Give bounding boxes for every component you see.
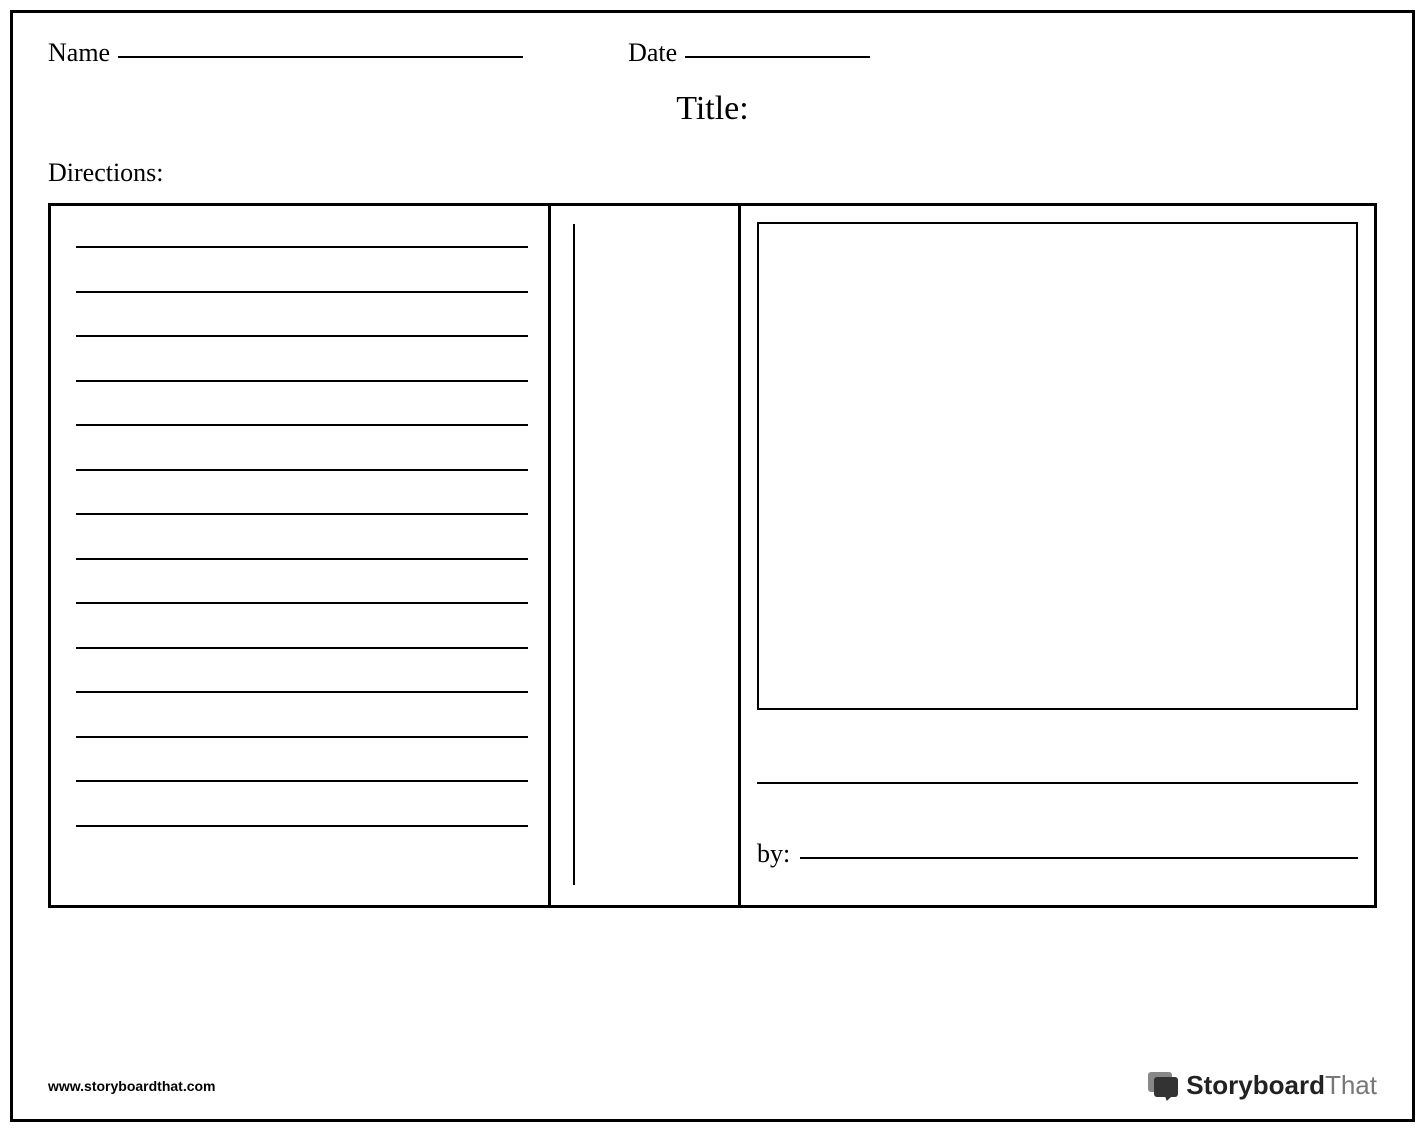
writing-lines-column — [51, 206, 551, 905]
by-label: by: — [757, 839, 790, 869]
footer: www.storyboardthat.com StoryboardThat — [48, 1070, 1377, 1101]
spine-column — [551, 206, 741, 905]
name-label: Name — [48, 38, 110, 68]
header-row: Name Date — [48, 38, 1377, 68]
writing-line[interactable] — [76, 780, 528, 782]
date-field: Date — [628, 38, 870, 68]
by-row: by: — [757, 839, 1358, 869]
directions-label: Directions: — [48, 158, 1377, 188]
worksheet-page: Name Date Title: Directions: by: www.sto… — [10, 10, 1415, 1122]
writing-line[interactable] — [76, 647, 528, 649]
writing-line[interactable] — [76, 291, 528, 293]
main-content-box: by: — [48, 203, 1377, 908]
speech-bubble-icon — [1148, 1072, 1180, 1100]
writing-line[interactable] — [76, 424, 528, 426]
name-input-line[interactable] — [118, 56, 523, 58]
name-field: Name — [48, 38, 523, 68]
title-label: Title: — [48, 90, 1377, 128]
cover-title-line[interactable] — [757, 782, 1358, 784]
writing-line[interactable] — [76, 469, 528, 471]
writing-line[interactable] — [76, 335, 528, 337]
writing-line[interactable] — [76, 736, 528, 738]
footer-url: www.storyboardthat.com — [48, 1078, 216, 1094]
date-label: Date — [628, 38, 677, 68]
writing-line[interactable] — [76, 602, 528, 604]
writing-line[interactable] — [76, 513, 528, 515]
cover-column: by: — [741, 206, 1374, 905]
writing-line[interactable] — [76, 691, 528, 693]
spine-vertical-line — [573, 224, 575, 885]
date-input-line[interactable] — [685, 56, 870, 58]
writing-line[interactable] — [76, 380, 528, 382]
writing-line[interactable] — [76, 558, 528, 560]
by-input-line[interactable] — [800, 857, 1358, 859]
logo-text-thin: That — [1325, 1070, 1377, 1100]
writing-line[interactable] — [76, 246, 528, 248]
illustration-box[interactable] — [757, 222, 1358, 710]
writing-line[interactable] — [76, 825, 528, 827]
logo-text-bold: Storyboard — [1186, 1070, 1325, 1100]
footer-logo: StoryboardThat — [1148, 1070, 1377, 1101]
